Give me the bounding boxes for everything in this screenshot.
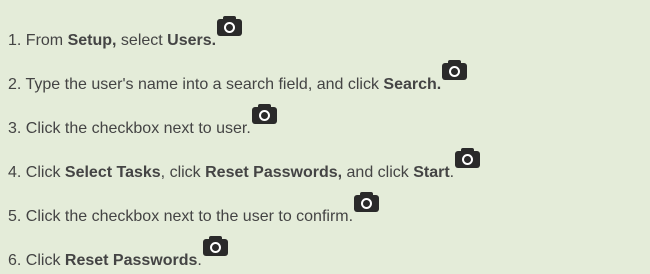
- camera-icon[interactable]: [202, 236, 228, 256]
- camera-icon[interactable]: [217, 16, 243, 36]
- step-content: 6. Click Reset Passwords.: [8, 236, 228, 271]
- step-number: 6.: [8, 252, 22, 269]
- camera-icon[interactable]: [354, 192, 380, 212]
- step-item: 1. From Setup, select Users.: [8, 2, 243, 49]
- camera-icon[interactable]: [442, 60, 468, 80]
- step-item: 6. Click Reset Passwords.: [8, 222, 228, 269]
- step-ui-term: Start: [413, 164, 450, 181]
- step-ui-term: Search.: [383, 76, 442, 93]
- step-text: .: [197, 252, 202, 269]
- camera-icon[interactable]: [455, 148, 481, 168]
- step-item: 4. Click Select Tasks, click Reset Passw…: [8, 134, 481, 181]
- step-item: 2. Type the user's name into a search fi…: [8, 46, 468, 93]
- step-item: 3. Click the checkbox next to user.: [8, 90, 277, 137]
- step-ui-term: Reset Passwords: [64, 252, 198, 269]
- step-text: Click: [25, 252, 65, 269]
- camera-icon[interactable]: [251, 104, 277, 124]
- step-text: .: [449, 164, 455, 181]
- step-item: 5. Click the checkbox next to the user t…: [8, 178, 380, 225]
